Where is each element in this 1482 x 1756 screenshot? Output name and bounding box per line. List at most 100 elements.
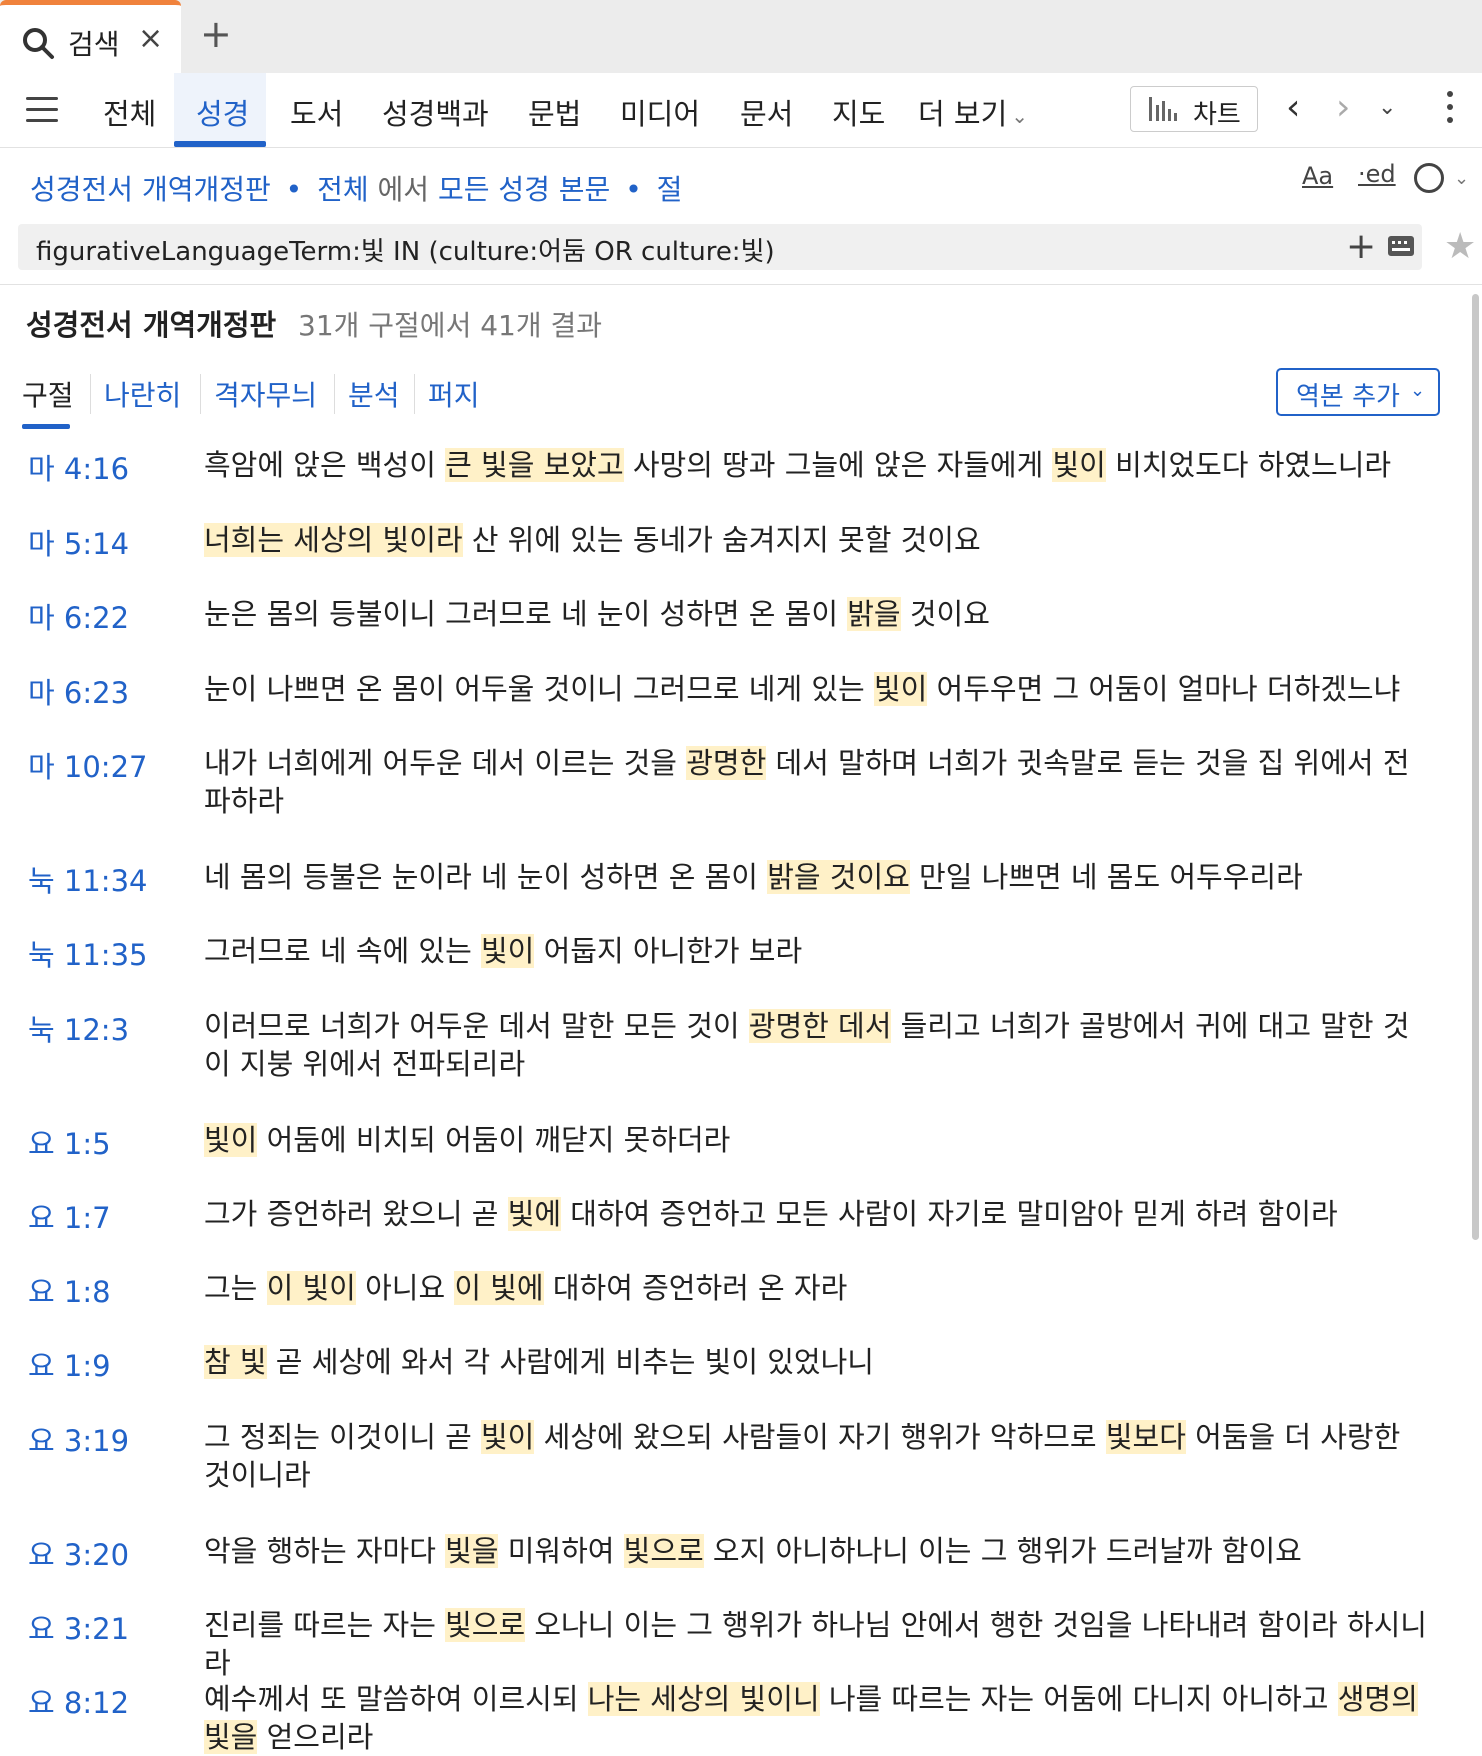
verse-text-segment: 비치었도다 하였느니라 <box>1105 448 1392 482</box>
verse-reference-link[interactable]: 요 3:20 <box>28 1532 129 1574</box>
verse-reference-link[interactable]: 요 8:12 <box>28 1680 129 1722</box>
verse-reference-link[interactable]: 마 4:16 <box>28 446 129 488</box>
scope-separator: • <box>625 173 642 206</box>
search-input[interactable]: figurativeLanguageTerm:빛 IN (culture:어둠 … <box>18 224 1422 270</box>
edit-display-icon[interactable]: ·ed <box>1358 160 1396 188</box>
verse-reference-link[interactable]: 마 6:23 <box>28 670 129 712</box>
highlighted-match[interactable]: 빛이 <box>481 1420 535 1454</box>
scrollbar[interactable] <box>1472 294 1479 1240</box>
verse-reference-link[interactable]: 눅 11:35 <box>28 932 147 974</box>
verse-reference-link[interactable]: 요 1:9 <box>28 1343 111 1385</box>
verse-reference-link[interactable]: 요 3:21 <box>28 1606 129 1648</box>
highlighted-match[interactable]: 빛이 <box>481 934 535 968</box>
nav-item-grammar[interactable]: 문법 <box>528 91 581 133</box>
verse-text-segment: 대하여 증언하러 온 자라 <box>543 1271 848 1305</box>
nav-item-maps[interactable]: 지도 <box>832 91 885 133</box>
nav-more-label: 더 보기 <box>918 97 1008 131</box>
verse-reference-link[interactable]: 요 1:7 <box>28 1195 111 1237</box>
verse-text-segment: 아니요 <box>355 1271 455 1305</box>
tab-grid[interactable]: 격자무늬 <box>214 374 317 414</box>
verse-text-segment: 오지 아니하나니 이는 그 행위가 드러날까 함이요 <box>703 1534 1302 1568</box>
add-term-button[interactable]: + <box>1346 224 1376 270</box>
menu-icon[interactable] <box>26 97 58 123</box>
highlighted-match[interactable]: 빛이 <box>1052 448 1106 482</box>
forward-icon[interactable]: › <box>1336 87 1350 128</box>
nav-item-bible[interactable]: 성경 <box>196 91 249 133</box>
verse-text-segment: 진리를 따르는 자는 <box>204 1608 446 1642</box>
scope-content-link[interactable]: 모든 성경 본문 <box>438 173 610 206</box>
tab-separator <box>90 374 91 414</box>
highlighted-match[interactable]: 빛을 <box>445 1534 499 1568</box>
highlighted-match[interactable]: 큰 빛을 보았고 <box>445 448 624 482</box>
highlighted-match[interactable]: 너희는 세상의 빛이라 <box>204 523 463 557</box>
search-tab[interactable]: 검색 × <box>0 0 181 73</box>
verse-text-segment: 사망의 땅과 그늘에 앉은 자들에게 <box>623 448 1053 482</box>
star-icon[interactable]: ★ <box>1444 224 1476 270</box>
tab-label: 검색 <box>68 28 120 61</box>
verse-text-segment: 어둡지 아니한가 보라 <box>534 934 803 968</box>
verse-text-segment: 내가 너희에게 어두운 데서 이르는 것을 <box>204 746 687 780</box>
highlighted-match[interactable]: 밝을 <box>847 597 901 631</box>
keyboard-icon[interactable] <box>1388 236 1414 256</box>
highlighted-match[interactable]: 참 빛 <box>204 1345 267 1379</box>
highlighted-match[interactable]: 이 빛에 <box>454 1271 544 1305</box>
verse-text-segment: 그 정죄는 이것이니 곧 <box>204 1420 481 1454</box>
chart-label: 차트 <box>1193 100 1241 130</box>
verse-reference-link[interactable]: 눅 12:3 <box>28 1007 129 1049</box>
view-options-icon[interactable] <box>1414 163 1444 193</box>
nav-item-books[interactable]: 도서 <box>290 91 343 133</box>
divider <box>0 284 1482 285</box>
verse-text-segment: 곧 세상에 와서 각 사람에게 비추는 빛이 있었나니 <box>266 1345 874 1379</box>
nav-item-more[interactable]: 더 보기 ⌄ <box>918 91 1028 133</box>
tab-fuzzy[interactable]: 퍼지 <box>428 374 480 414</box>
highlighted-match[interactable]: 이 빛이 <box>266 1271 356 1305</box>
chart-button[interactable]: 차트 <box>1130 86 1258 132</box>
tab-separator <box>200 374 201 414</box>
highlighted-match[interactable]: 밝을 것이요 <box>767 860 910 894</box>
highlighted-match[interactable]: 빛에 <box>507 1197 562 1231</box>
verse-text-segment: 흑암에 앉은 백성이 <box>204 448 446 482</box>
highlighted-match[interactable]: 빛이 <box>204 1123 258 1157</box>
verse-text-segment: 네 몸의 등불은 눈이라 네 눈이 성하면 온 몸이 <box>204 860 768 894</box>
scope-unit-link[interactable]: 절 <box>657 173 683 206</box>
scope-range-link[interactable]: 전체 <box>317 173 369 206</box>
highlighted-match[interactable]: 나는 세상의 빛이니 <box>587 1682 820 1716</box>
scope-separator: • <box>285 173 303 206</box>
history-chevron-icon[interactable]: ⌄ <box>1378 95 1396 120</box>
nav-item-media[interactable]: 미디어 <box>620 91 700 133</box>
verse-reference-link[interactable]: 눅 11:34 <box>28 858 147 900</box>
back-icon[interactable]: ‹ <box>1286 87 1300 128</box>
scope-version-link[interactable]: 성경전서 개역개정판 <box>30 173 271 206</box>
search-scope: 성경전서 개역개정판 • 전체 에서 모든 성경 본문 • 절 <box>30 168 682 208</box>
highlighted-match[interactable]: 광명한 데서 <box>748 1009 892 1043</box>
highlighted-match[interactable]: 빛이 <box>873 672 928 706</box>
verse-reference-link[interactable]: 요 1:5 <box>28 1121 111 1163</box>
tab-analysis[interactable]: 분석 <box>348 374 400 414</box>
verse-reference-link[interactable]: 마 6:22 <box>28 595 129 637</box>
verse-reference-link[interactable]: 마 5:14 <box>28 521 129 563</box>
nav-item-encyclopedia[interactable]: 성경백과 <box>382 91 489 133</box>
highlighted-match[interactable]: 빛으로 <box>623 1534 704 1568</box>
tab-verses[interactable]: 구절 <box>22 374 74 414</box>
more-options-icon[interactable] <box>1447 91 1455 130</box>
verse-text-segment: 산 위에 있는 동네가 숨겨지지 못할 것이요 <box>462 523 981 557</box>
font-size-icon[interactable]: Aa <box>1302 162 1333 190</box>
new-tab-button[interactable]: + <box>200 14 232 54</box>
nav-active-indicator <box>174 141 266 147</box>
tab-parallel[interactable]: 나란히 <box>104 374 181 414</box>
add-version-button[interactable]: 역본 추가 ⌄ <box>1276 368 1440 416</box>
verse-reference-link[interactable]: 마 10:27 <box>28 744 147 786</box>
chevron-down-icon: ⌄ <box>1410 380 1426 401</box>
nav-item-documents[interactable]: 문서 <box>740 91 793 133</box>
highlighted-match[interactable]: 빛보다 <box>1105 1420 1186 1454</box>
verse-text-segment: 눈이 나쁘면 온 몸이 어두울 것이니 그러므로 네게 있는 <box>204 672 874 706</box>
nav-item-all[interactable]: 전체 <box>103 91 156 133</box>
verse-reference-link[interactable]: 요 3:19 <box>28 1418 129 1460</box>
highlighted-match[interactable]: 광명한 <box>686 746 767 780</box>
highlighted-match[interactable]: 빛으로 <box>445 1608 526 1642</box>
verse-reference-link[interactable]: 요 1:8 <box>28 1269 111 1311</box>
verse-text: 네 몸의 등불은 눈이라 네 눈이 성하면 온 몸이 밝을 것이요 만일 나쁘면… <box>204 858 1436 896</box>
verse-text-segment: 나를 따르는 자는 어둠에 다니지 아니하고 <box>819 1682 1338 1716</box>
chevron-down-icon[interactable]: ⌄ <box>1454 168 1469 189</box>
close-icon[interactable]: × <box>138 21 163 56</box>
